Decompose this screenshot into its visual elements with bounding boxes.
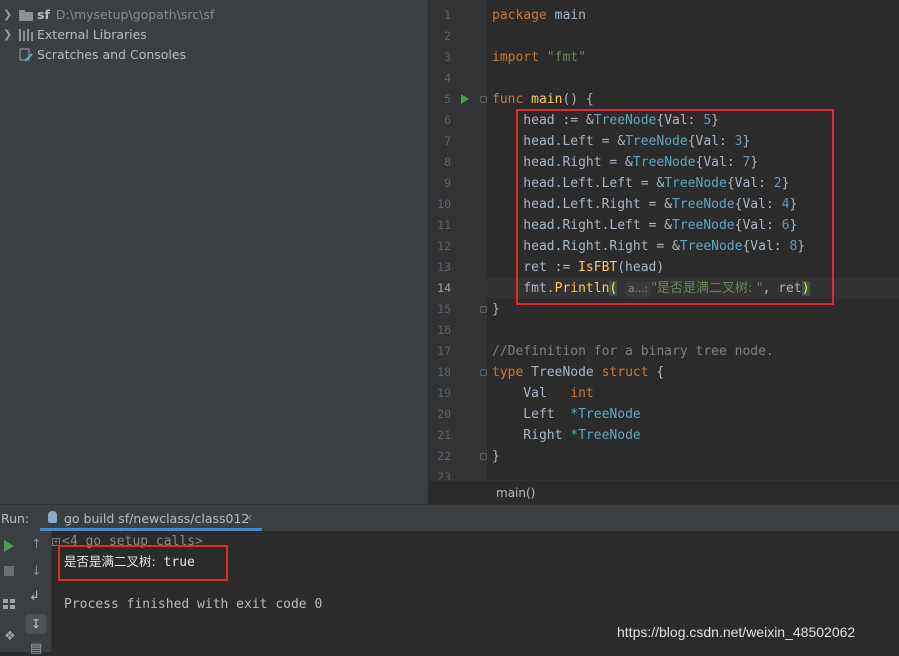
code-line: Left *TreeNode	[492, 407, 641, 422]
line-number: 4	[444, 71, 451, 85]
run-toolbar-secondary: ↑ ↓ ↲ ↧ ▤	[20, 531, 52, 656]
scratches-icon	[19, 48, 33, 62]
line-number: 14	[437, 281, 451, 295]
line-number: 9	[444, 176, 451, 190]
rerun-icon[interactable]	[4, 540, 14, 552]
process-exit-message: Process finished with exit code 0	[64, 597, 323, 612]
print-icon[interactable]: ▤	[30, 641, 42, 656]
line-number: 15	[437, 302, 451, 316]
tree-item-label: External Libraries	[37, 27, 147, 42]
line-number: 13	[437, 260, 451, 274]
line-number: 20	[437, 407, 451, 421]
arrow-down-icon[interactable]: ↓	[31, 564, 42, 579]
line-number: 2	[444, 29, 451, 43]
line-number: 1	[444, 8, 451, 22]
run-config-tab[interactable]: go build sf/newclass/class012 ×	[40, 505, 262, 531]
code-line: type TreeNode struct {	[492, 365, 665, 380]
library-icon	[19, 29, 34, 41]
tree-item-path: D:\mysetup\gopath\src\sf	[55, 7, 215, 22]
line-number: 11	[437, 218, 451, 232]
tree-item-name: sf	[37, 7, 50, 22]
fold-icon[interactable]	[480, 96, 487, 103]
code-line: }	[492, 302, 500, 317]
code-line: Right *TreeNode	[492, 428, 641, 443]
code-line: import "fmt"	[492, 50, 586, 65]
tree-item-scratches[interactable]: Scratches and Consoles	[0, 45, 428, 65]
close-icon[interactable]: ×	[244, 511, 253, 524]
folder-icon	[19, 10, 33, 21]
line-number: 5	[444, 92, 451, 106]
line-number: 19	[437, 386, 451, 400]
arrow-up-icon[interactable]: ↑	[31, 537, 42, 552]
scroll-to-end-icon[interactable]: ↧	[26, 614, 46, 634]
code-line: }	[492, 449, 500, 464]
tree-item-label: Scratches and Consoles	[37, 47, 187, 62]
line-number: 7	[444, 134, 451, 148]
breadcrumb-bar: main()	[429, 480, 899, 505]
gopher-icon	[48, 511, 57, 523]
line-number: 10	[437, 197, 451, 211]
layout-icon[interactable]	[3, 599, 16, 609]
chevron-right-icon[interactable]: ❯	[3, 5, 12, 25]
line-number: 21	[437, 428, 451, 442]
stop-icon[interactable]	[4, 566, 14, 576]
watermark: https://blog.csdn.net/weixin_48502062	[617, 624, 856, 640]
run-config-tab-label: go build sf/newclass/class012	[64, 511, 250, 526]
fold-icon[interactable]	[480, 453, 487, 460]
highlight-box-code	[516, 109, 834, 305]
line-number: 3	[444, 50, 451, 64]
run-panel-title: Run:	[1, 511, 30, 526]
chevron-right-icon[interactable]: ❯	[3, 25, 12, 45]
pin-icon[interactable]: ❖	[4, 629, 16, 644]
line-number: 17	[437, 344, 451, 358]
line-number: 6	[444, 113, 451, 127]
run-toolbar-primary: ❖	[0, 531, 20, 652]
line-number: 12	[437, 239, 451, 253]
code-line: func main() {	[492, 92, 594, 107]
soft-wrap-icon[interactable]: ↲	[29, 589, 40, 604]
fold-icon[interactable]	[480, 369, 487, 376]
breadcrumb[interactable]: main()	[496, 486, 535, 500]
line-number: 18	[437, 365, 451, 379]
run-gutter-icon[interactable]	[461, 94, 469, 104]
editor-gutter[interactable]: 1 2 3 4 5 6 7 8 9 10 11 12 13 14 15 16 1…	[429, 0, 487, 484]
tree-item-sf[interactable]: ❯ sf D:\mysetup\gopath\src\sf	[0, 5, 428, 25]
code-line: //Definition for a binary tree node.	[492, 344, 774, 359]
fold-icon[interactable]	[480, 306, 487, 313]
line-number: 16	[437, 323, 451, 337]
code-line: package main	[492, 8, 586, 23]
project-panel: ❯ sf D:\mysetup\gopath\src\sf ❯ External …	[0, 0, 428, 504]
highlight-box-console	[58, 545, 228, 581]
tree-item-external-libraries[interactable]: ❯ External Libraries	[0, 25, 428, 45]
line-number: 8	[444, 155, 451, 169]
line-number: 22	[437, 449, 451, 463]
run-panel-header: Run: go build sf/newclass/class012 ×	[0, 504, 899, 531]
code-line: Val int	[492, 386, 594, 401]
